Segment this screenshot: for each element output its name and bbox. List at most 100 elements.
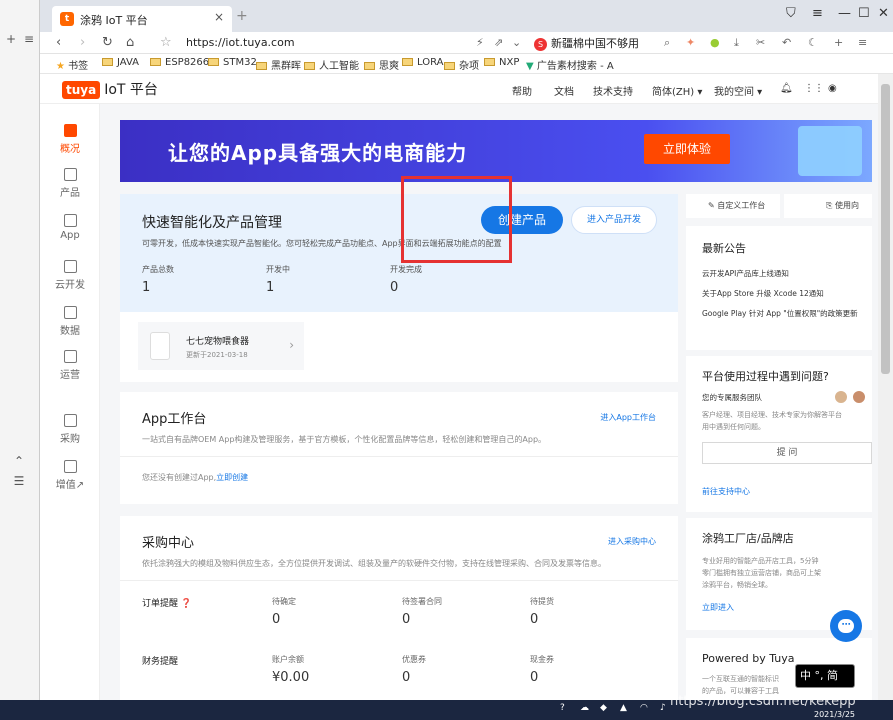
bookmark-folder[interactable]: 杂项 (444, 57, 479, 72)
bookmark-folder[interactable]: 黑群晖 (256, 57, 301, 72)
enter-purchase-center-link[interactable]: 进入采购中心 (608, 536, 656, 547)
tray-icon[interactable]: ◆ (600, 703, 607, 713)
brand-desc: 涂鸦平台，畅销全球。 (702, 581, 772, 589)
page-scrollbar[interactable] (878, 74, 893, 700)
bell-icon[interactable]: 🔔︎ (780, 83, 793, 94)
logo-title: IoT 平台 (104, 82, 158, 98)
site-header: tuya IoT 平台 帮助 文档 技术支持 简体(ZH) ▾ 我的空间 ▾ 🔔︎… (40, 74, 878, 104)
help-tray-icon[interactable]: ? (560, 703, 565, 713)
nav-support[interactable]: 技术支持 (593, 83, 633, 98)
chevron-down-icon[interactable]: ⌄ (512, 36, 521, 49)
tray-icon[interactable]: ☁ (580, 703, 589, 713)
volume-icon[interactable]: ♪ (660, 703, 666, 713)
sidebar-item-label: 产品 (60, 188, 80, 199)
sidebar-item-cloud[interactable]: 云开发 (40, 260, 100, 291)
order-col-value: 0 (402, 612, 411, 627)
back-icon[interactable]: ‹ (56, 35, 61, 50)
browser-menu-icon[interactable]: ≡ (858, 36, 867, 49)
enter-app-workbench-link[interactable]: 进入App工作台 (600, 412, 656, 423)
powered-title: Powered by Tuya (702, 652, 795, 665)
notice-item[interactable]: 关于App Store 升级 Xcode 12通知 (702, 288, 824, 299)
bookmark-folder[interactable]: ESP8266 (150, 57, 209, 68)
notice-item[interactable]: Google Play 针对 App "位置权限"的政策更新 (702, 308, 858, 319)
quick-title: 快速智能化及产品管理 (142, 215, 282, 231)
custom-workbench-tab[interactable]: ✎ 自定义工作台 (686, 194, 780, 218)
product-item[interactable]: 七七宠物喂食器 更新于2021-03-18 › (138, 322, 304, 370)
finance-reminder-label: 财务提醒 (142, 657, 179, 667)
bookmark-folder[interactable]: NXP (484, 57, 519, 68)
maximize-button[interactable]: ☐ (858, 6, 870, 21)
scrollbar-thumb[interactable] (881, 84, 890, 374)
sidebar-item-overview[interactable]: 概况 (40, 124, 100, 155)
scissors-icon[interactable]: ✂ (756, 36, 765, 49)
shield-icon[interactable]: ⛉ (786, 6, 796, 21)
search-engine-hint[interactable]: S 新疆棉中国不够用 (534, 35, 639, 51)
tab-title: 涂鸦 IoT 平台 (80, 14, 148, 27)
url-field[interactable]: https://iot.tuya.com (186, 36, 295, 49)
extension-icon[interactable]: ● (710, 36, 720, 49)
bookmarks-bar: ★ 书签 JAVA ESP8266 STM32 黑群晖 人工智能 思爽 LORA… (40, 54, 893, 74)
forward-icon[interactable]: › (80, 35, 85, 50)
star-icon[interactable]: ☆ (160, 35, 172, 50)
enter-brand-link[interactable]: 立即进入 (702, 602, 734, 613)
list-icon[interactable]: ☰ (10, 472, 28, 490)
close-window-button[interactable]: ✕ (878, 6, 889, 21)
add-icon[interactable]: + (834, 36, 843, 49)
undo-icon[interactable]: ↶ (782, 36, 791, 49)
apps-grid-icon[interactable]: ⋮⋮ (804, 83, 824, 94)
bookmark-folder[interactable]: STM32 (208, 57, 257, 68)
sidebar-item-purchase[interactable]: 采购 (40, 414, 100, 445)
bookmark-folder[interactable]: 思爽 (364, 57, 399, 72)
enter-product-dev-button[interactable]: 进入产品开发 (571, 206, 657, 234)
download-icon[interactable]: ⤓ (734, 36, 739, 50)
nav-docs[interactable]: 文档 (554, 83, 574, 98)
chat-support-button[interactable]: ⋯ (830, 610, 862, 642)
sidebar-item-operations[interactable]: 运营 (40, 350, 100, 381)
tab-tuya-iot[interactable]: t 涂鸦 IoT 平台 × (52, 6, 232, 32)
app-workbench-note: 您还没有创建过App,立即创建 (142, 473, 249, 482)
nav-help[interactable]: 帮助 (512, 83, 532, 98)
sidebar-item-product[interactable]: 产品 (40, 168, 100, 199)
support-center-link[interactable]: 前往支持中心 (702, 486, 750, 497)
banner-try-button[interactable]: 立即体验 (644, 134, 730, 164)
menu-icon[interactable]: ≡ (20, 30, 38, 48)
create-app-link[interactable]: 立即创建 (216, 473, 248, 482)
home-icon[interactable]: ⌂ (126, 35, 134, 50)
tray-icon[interactable]: ▲ (620, 703, 627, 713)
usage-guide-tab[interactable]: ⎘ 使用向 (784, 194, 872, 218)
notice-title: 最新公告 (702, 242, 746, 255)
plus-icon[interactable]: + (2, 30, 20, 48)
sidebar-item-value-added[interactable]: 增值↗ (40, 460, 100, 491)
finance-col-label: 现金券 (530, 655, 554, 664)
sidebar-item-app[interactable]: App (40, 214, 100, 241)
tuya-logo[interactable]: tuya IoT 平台 (62, 79, 158, 99)
ime-indicator[interactable]: 中 °, 简 (795, 664, 855, 688)
menu-icon[interactable]: ≡ (812, 6, 823, 21)
folder-icon (150, 58, 161, 66)
bookmark-folder[interactable]: JAVA (102, 57, 139, 68)
minimize-button[interactable]: — (838, 6, 851, 21)
promo-banner[interactable]: 让您的App具备强大的电商能力 立即体验 (120, 120, 872, 182)
night-mode-icon[interactable]: ☾ (808, 36, 818, 49)
user-icon[interactable]: ◉ (828, 83, 837, 94)
game-icon[interactable]: ✦ (686, 36, 695, 49)
wifi-icon[interactable]: ◠ (640, 703, 648, 713)
product-thumbnail (150, 332, 170, 360)
clock: 2021/3/25 (814, 700, 855, 720)
close-tab-icon[interactable]: × (214, 10, 224, 24)
bookmark-star[interactable]: ★ 书签 (56, 57, 88, 72)
language-select[interactable]: 简体(ZH) ▾ (652, 83, 702, 98)
reload-icon[interactable]: ↻ (102, 35, 113, 50)
ask-question-button[interactable]: 提 问 (702, 442, 872, 464)
share-icon[interactable]: ⇗ (494, 36, 503, 49)
bookmark-folder[interactable]: 人工智能 (304, 57, 359, 72)
my-space-menu[interactable]: 我的空间 ▾ (714, 83, 762, 98)
new-tab-button[interactable]: + (236, 8, 248, 24)
notice-item[interactable]: 云开发API产品库上线通知 (702, 268, 789, 279)
bookmark-link[interactable]: ▼ 广告素材搜索 - A (526, 57, 614, 72)
bookmark-folder[interactable]: LORA (402, 57, 443, 68)
search-icon[interactable]: ⌕ (664, 36, 670, 50)
lightning-icon[interactable]: ⚡ (476, 36, 484, 49)
up-icon[interactable]: ⌃ (10, 452, 28, 470)
sidebar-item-data[interactable]: 数据 (40, 306, 100, 337)
